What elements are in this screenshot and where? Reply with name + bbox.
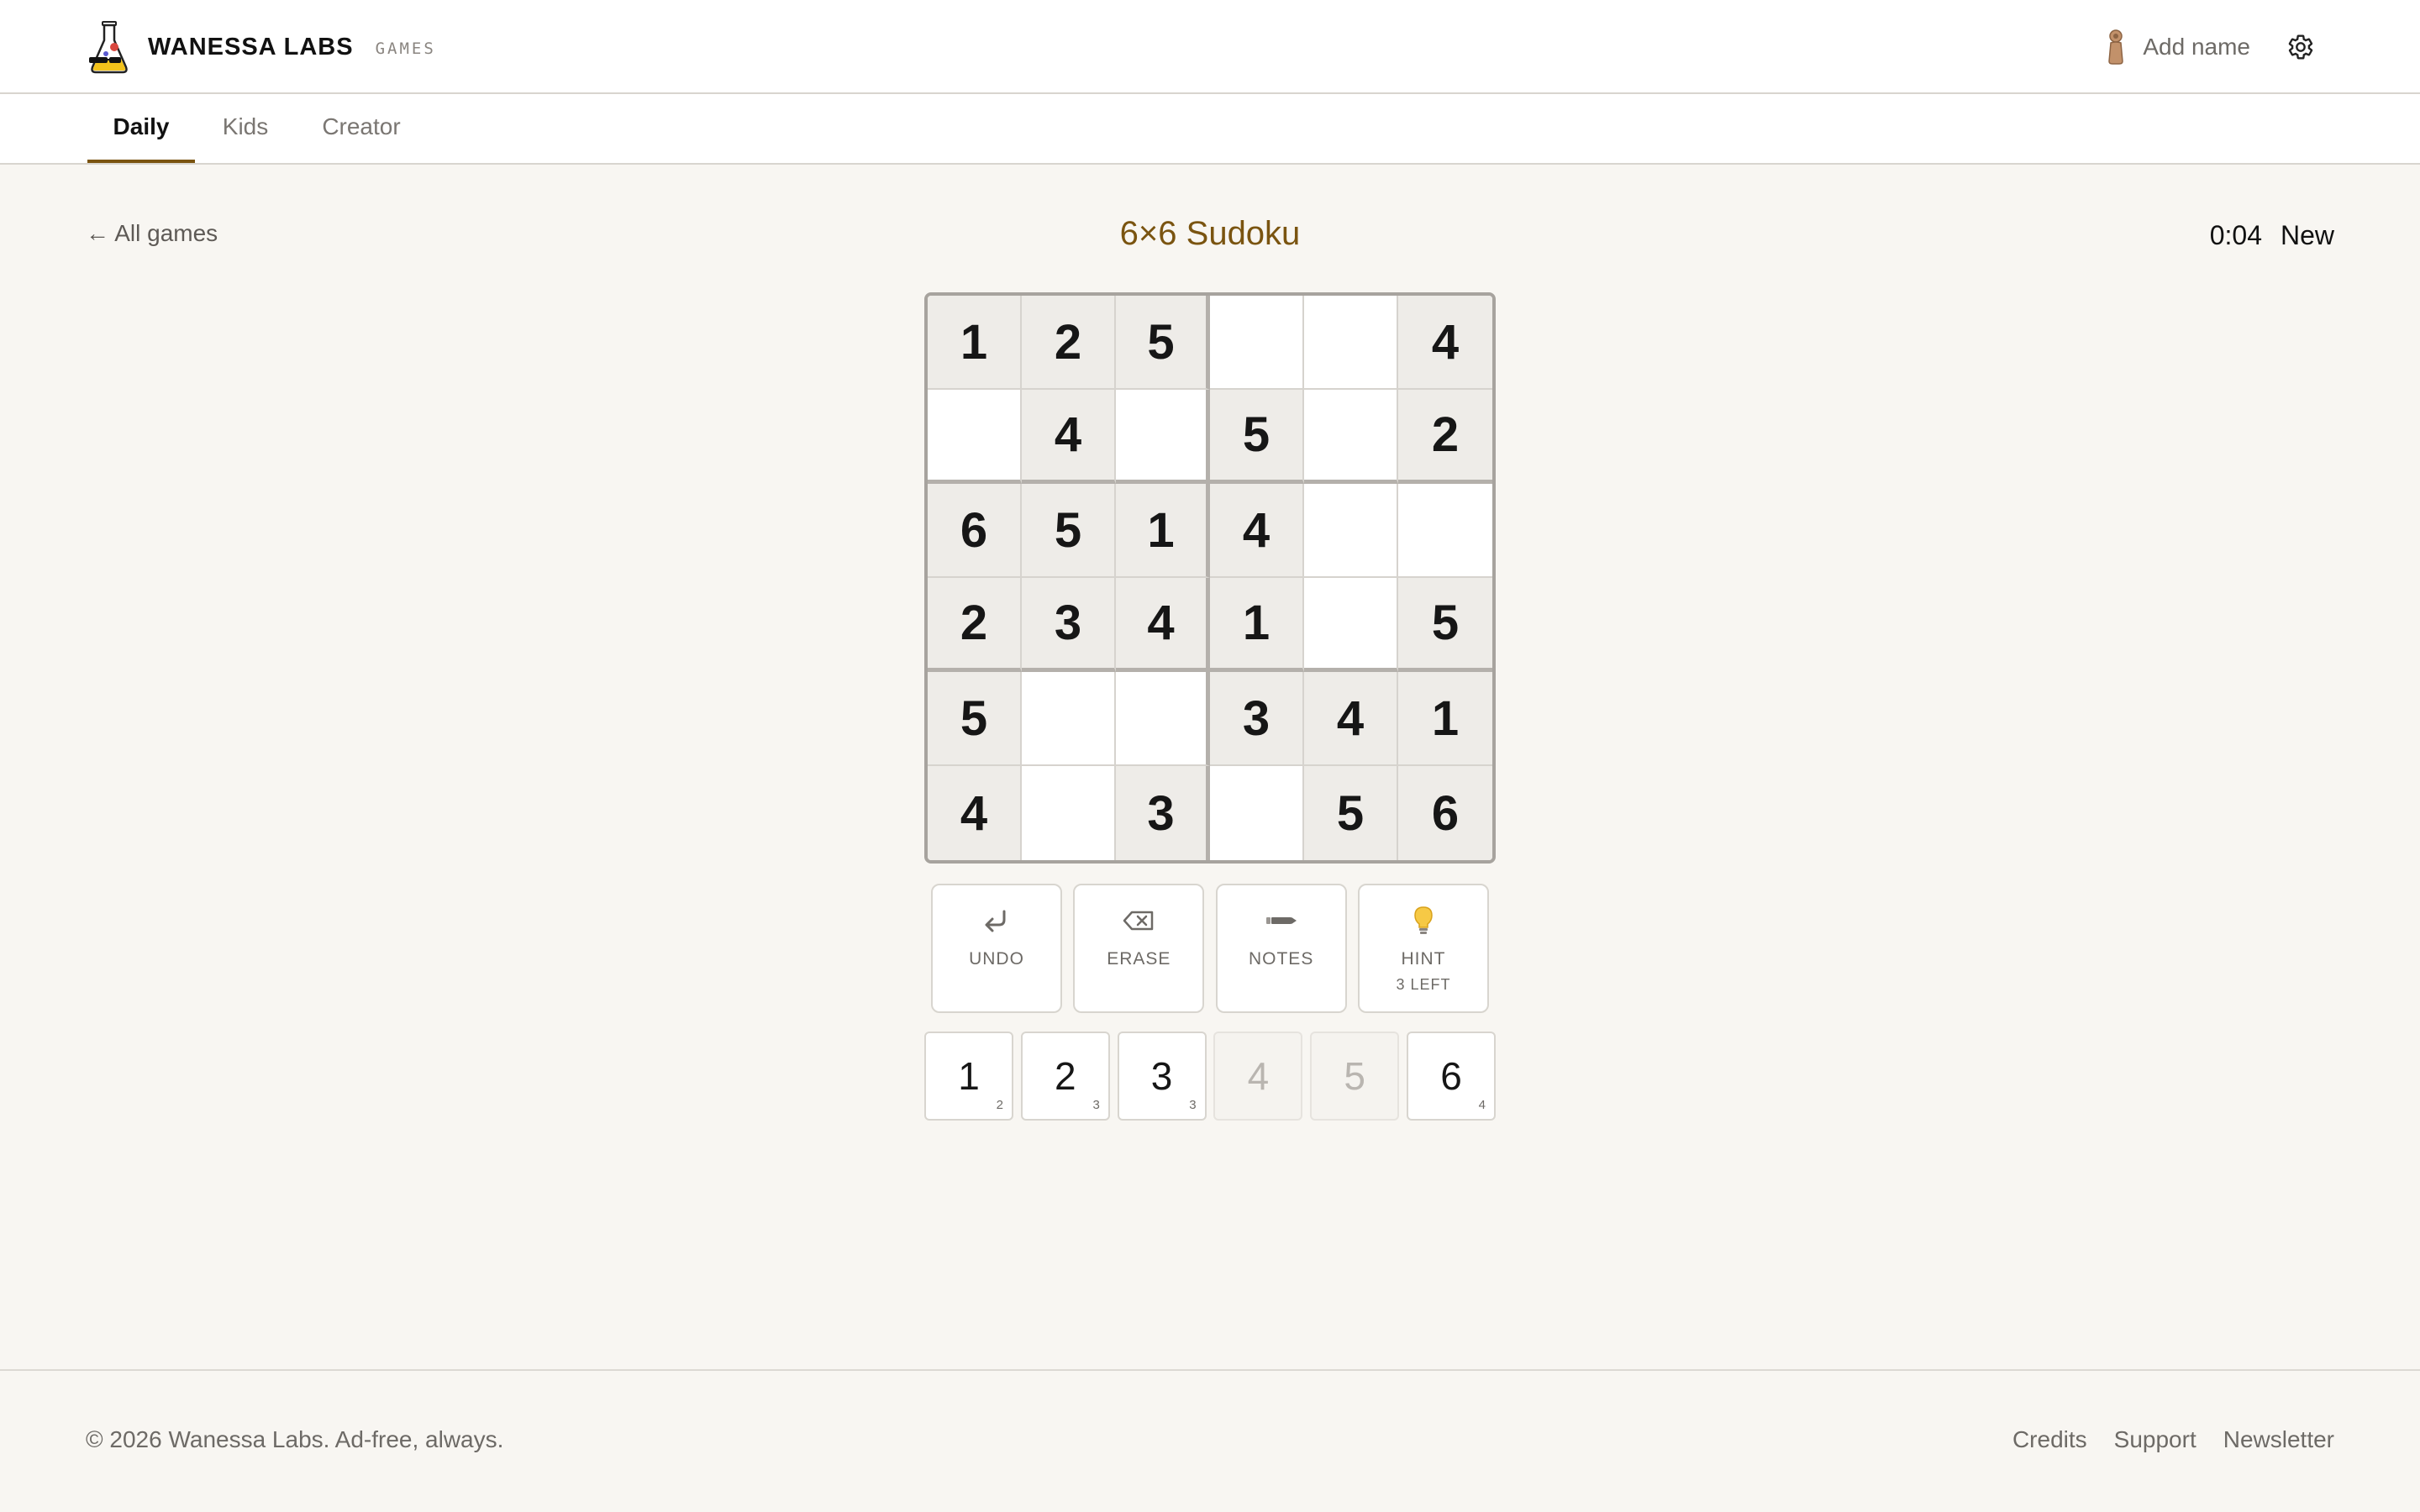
number-key-1[interactable]: 12: [924, 1032, 1013, 1121]
board-cell[interactable]: 1: [1116, 484, 1210, 578]
undo-arrow-icon: [982, 904, 1011, 937]
hint-label: HINT: [1401, 949, 1446, 969]
board-cell[interactable]: [1304, 390, 1398, 484]
board-cell[interactable]: 1: [1398, 672, 1492, 766]
board-cell[interactable]: 6: [1398, 766, 1492, 860]
number-key-3[interactable]: 33: [1117, 1032, 1207, 1121]
number-key-digit: 5: [1344, 1054, 1365, 1098]
copyright-text: © 2026 Wanessa Labs. Ad-free, always.: [86, 1426, 504, 1452]
new-game-button[interactable]: New: [2281, 220, 2334, 251]
game-title: 6×6 Sudoku: [1119, 215, 1301, 252]
notes-label: NOTES: [1248, 949, 1314, 969]
board-cell[interactable]: 4: [1022, 390, 1116, 484]
board-cell[interactable]: 1: [1210, 578, 1304, 672]
board-cell[interactable]: 6: [928, 484, 1022, 578]
number-key-digit: 4: [1247, 1054, 1270, 1098]
board-cell[interactable]: 4: [1210, 484, 1304, 578]
game-timer: 0:04: [2209, 220, 2262, 250]
all-games-link[interactable]: ← All games: [86, 220, 218, 247]
undo-label: UNDO: [969, 949, 1024, 969]
hint-button[interactable]: HINT 3 LEFT: [1357, 884, 1489, 1013]
footer-link-newsletter[interactable]: Newsletter: [2223, 1426, 2334, 1453]
board-cell[interactable]: 4: [1304, 672, 1398, 766]
number-pad: 1223334564: [924, 1032, 1496, 1121]
board-cell[interactable]: [1116, 672, 1210, 766]
tab-creator[interactable]: Creator: [311, 94, 412, 163]
undo-button[interactable]: UNDO: [931, 884, 1062, 1013]
board-cell[interactable]: 4: [928, 766, 1022, 860]
pencil-icon: [1265, 904, 1298, 937]
number-key-remaining-count: 3: [1092, 1098, 1100, 1112]
board-cell[interactable]: 4: [1116, 578, 1210, 672]
board-cell[interactable]: [1398, 484, 1492, 578]
number-key-remaining-count: 2: [996, 1098, 1003, 1112]
footer-links: Credits Support Newsletter: [1986, 1426, 2334, 1453]
board-cell[interactable]: [1210, 766, 1304, 860]
board-cell[interactable]: [1304, 484, 1398, 578]
footer-link-credits[interactable]: Credits: [2012, 1426, 2087, 1453]
flask-sunglasses-icon: [89, 21, 128, 74]
top-bar: WANESSA LABS GAMES Add name: [0, 0, 2420, 94]
board-cell[interactable]: 5: [1210, 390, 1304, 484]
sudoku-board: 125445265142341553414356: [924, 292, 1496, 864]
board-cell[interactable]: [1116, 390, 1210, 484]
board-cell[interactable]: [1022, 766, 1116, 860]
gear-icon[interactable]: [2287, 34, 2314, 60]
tab-daily[interactable]: Daily: [87, 94, 195, 163]
add-name-button[interactable]: Add name: [2143, 34, 2250, 60]
number-key-remaining-count: 3: [1189, 1098, 1197, 1112]
board-cell[interactable]: 1: [928, 296, 1022, 390]
board-cell[interactable]: 3: [1116, 766, 1210, 860]
number-key-5[interactable]: 5: [1310, 1032, 1400, 1121]
timer-area: 0:04 New: [2210, 220, 2334, 251]
footer-link-support[interactable]: Support: [2114, 1426, 2196, 1453]
board-cell[interactable]: 5: [1304, 766, 1398, 860]
number-key-digit: 6: [1440, 1054, 1462, 1098]
board-cell[interactable]: 5: [1116, 296, 1210, 390]
board-cell[interactable]: 2: [1398, 390, 1492, 484]
tab-kids[interactable]: Kids: [210, 94, 281, 163]
pawn-avatar-icon: [2108, 29, 2124, 65]
number-key-remaining-count: 4: [1478, 1098, 1486, 1112]
brand-name: WANESSA LABS: [148, 33, 354, 60]
tool-row: UNDO ERASE NOTES HINT 3 LEFT: [931, 884, 1489, 1013]
erase-button[interactable]: ERASE: [1073, 884, 1205, 1013]
eraser-icon: [1122, 904, 1155, 937]
number-key-digit: 2: [1055, 1054, 1076, 1098]
board-cell[interactable]: [1022, 672, 1116, 766]
user-area: Add name: [2106, 24, 2314, 71]
board-cell[interactable]: [1304, 578, 1398, 672]
number-key-digit: 1: [958, 1054, 980, 1098]
board-cell[interactable]: [928, 390, 1022, 484]
board-cell[interactable]: 5: [1398, 578, 1492, 672]
brand-subtitle: GAMES: [375, 39, 436, 58]
board-cell[interactable]: 4: [1398, 296, 1492, 390]
board-cell[interactable]: 3: [1022, 578, 1116, 672]
number-key-4[interactable]: 4: [1213, 1032, 1303, 1121]
board-cell[interactable]: 3: [1210, 672, 1304, 766]
erase-label: ERASE: [1107, 949, 1171, 969]
number-key-2[interactable]: 23: [1020, 1032, 1110, 1121]
board-cell[interactable]: 2: [1022, 296, 1116, 390]
number-key-digit: 3: [1150, 1054, 1173, 1098]
board-cell[interactable]: 5: [928, 672, 1022, 766]
board-cell[interactable]: 2: [928, 578, 1022, 672]
lightbulb-icon: [1413, 904, 1434, 937]
board-cell[interactable]: [1210, 296, 1304, 390]
brand[interactable]: WANESSA LABS GAMES: [86, 20, 436, 74]
board-cell[interactable]: [1304, 296, 1398, 390]
tab-bar: Daily Kids Creator: [0, 94, 2420, 165]
footer: © 2026 Wanessa Labs. Ad-free, always. Cr…: [0, 1369, 2420, 1512]
notes-button[interactable]: NOTES: [1215, 884, 1347, 1013]
board-cell[interactable]: 5: [1022, 484, 1116, 578]
number-key-6[interactable]: 64: [1406, 1032, 1496, 1121]
hint-remaining: 3 LEFT: [1396, 976, 1451, 993]
